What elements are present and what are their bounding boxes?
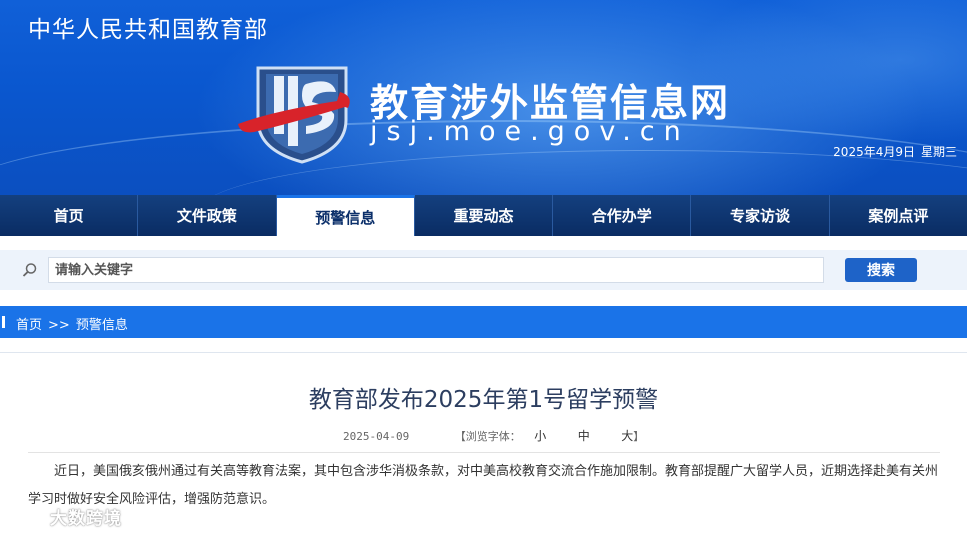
breadcrumb-bar bbox=[0, 306, 967, 338]
article-meta: 2025-04-09 【浏览字体： 小 中 大】 bbox=[343, 427, 644, 444]
font-size-small[interactable]: 小 bbox=[534, 429, 546, 443]
site-domain: jsj.moe.gov.cn bbox=[370, 116, 690, 147]
breadcrumb-home-link[interactable]: 首页 bbox=[16, 318, 42, 333]
watermark: 大数跨境 bbox=[10, 504, 122, 529]
search-icon bbox=[22, 263, 37, 277]
date-text: 2025年4月9日 bbox=[833, 145, 915, 159]
font-size-label-close: 】 bbox=[633, 430, 645, 443]
font-size-medium[interactable]: 中 bbox=[578, 429, 590, 443]
article-body: 近日，美国俄亥俄州通过有关高等教育法案，其中包含涉华消极条款，对中美高校教育交流… bbox=[28, 464, 939, 507]
nav-item-alerts[interactable]: 预警信息 bbox=[276, 195, 415, 236]
search-button[interactable]: 搜索 bbox=[845, 258, 917, 282]
article-divider bbox=[28, 452, 940, 453]
breadcrumb-separator: >> bbox=[48, 318, 70, 333]
font-size-large[interactable]: 大 bbox=[621, 429, 633, 443]
nav-item-policy[interactable]: 文件政策 bbox=[138, 195, 277, 236]
ministry-name[interactable]: 中华人民共和国教育部 bbox=[28, 10, 268, 44]
publish-date: 2025-04-09 bbox=[343, 430, 410, 443]
watermark-text: 大数跨境 bbox=[50, 509, 122, 529]
nav-item-home[interactable]: 首页 bbox=[0, 195, 139, 236]
watermark-logo-icon bbox=[10, 507, 43, 526]
nav-item-cases[interactable]: 案例点评 bbox=[829, 195, 967, 236]
font-size-label: 【浏览字体： bbox=[454, 430, 521, 443]
article-title: 教育部发布2025年第1号留学预警 bbox=[308, 387, 659, 413]
nav-item-news[interactable]: 重要动态 bbox=[414, 195, 554, 236]
section-divider bbox=[0, 352, 967, 353]
nav-item-cooperation[interactable]: 合作办学 bbox=[553, 195, 692, 236]
nav-item-interviews[interactable]: 专家访谈 bbox=[691, 195, 830, 236]
breadcrumb-current-link[interactable]: 预警信息 bbox=[76, 318, 128, 333]
jsj-logo-icon[interactable] bbox=[236, 62, 356, 167]
breadcrumb-marker bbox=[2, 316, 5, 328]
breadcrumb: 首页 >> 预警信息 bbox=[16, 314, 128, 333]
weekday-text: 星期三 bbox=[920, 145, 957, 159]
current-date: 2025年4月9日 星期三 bbox=[827, 143, 957, 160]
main-nav: 首页 文件政策 预警信息 重要动态 合作办学 专家访谈 案例点评 bbox=[0, 195, 967, 236]
search-input[interactable] bbox=[48, 257, 824, 283]
header-banner: 中华人民共和国教育部 教育涉外监管信息网 jsj.moe.gov.cn 2025… bbox=[0, 0, 967, 195]
